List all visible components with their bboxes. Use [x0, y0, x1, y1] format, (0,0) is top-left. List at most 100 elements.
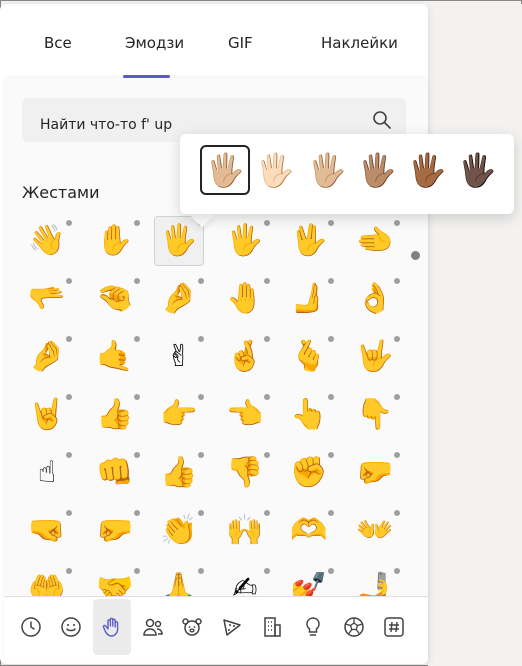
- skin-tone-indicator: [66, 568, 72, 574]
- emoji-cell[interactable]: 🤘: [22, 390, 72, 440]
- scroll-indicator[interactable]: [411, 251, 420, 260]
- skin-tone-indicator: [394, 220, 400, 226]
- emoji-cell[interactable]: 👍: [154, 448, 204, 498]
- emoji-cell[interactable]: 👊: [90, 448, 140, 498]
- hand-icon: [102, 617, 119, 637]
- emoji-cell[interactable]: 👐: [350, 506, 400, 556]
- emoji-cell[interactable]: 🤚: [220, 274, 270, 324]
- tab-all[interactable]: Все: [44, 34, 72, 52]
- emoji-cell[interactable]: 🖐: [154, 216, 204, 266]
- hashtag-icon: [384, 617, 404, 637]
- category-soccer-ball[interactable]: [335, 599, 373, 655]
- emoji-cell[interactable]: 👍: [90, 390, 140, 440]
- emoji-cell[interactable]: 👏: [154, 506, 204, 556]
- skin-tone-indicator: [394, 336, 400, 342]
- emoji-grid: 👋 ✋ 🖐 🖐 🖖 🫲 🫳 🤏 🤌 🤚 🫸 👌 🤌 🤙 ✌ 🤞 🫰 🤟 🤘 👍 👉 👈 👆 👇 ☝ 👊 👍 👎 ✊ 🤛 🤜 🤛 👏 🙌 🫶 👐 🤲 🤝 🙏 ✍…: [14, 216, 414, 596]
- emoji-cell[interactable]: 🫸: [284, 274, 334, 324]
- skin-tone-indicator: [328, 510, 334, 516]
- tab-stickers[interactable]: Наклейки: [321, 34, 398, 52]
- skin-tone-indicator: [66, 220, 72, 226]
- emoji-cell[interactable]: 🫲: [350, 216, 400, 266]
- skin-tone-option[interactable]: 🖐🏼: [302, 145, 352, 195]
- emoji-cell[interactable]: 🤟: [350, 332, 400, 382]
- skin-tone-indicator: [134, 452, 140, 458]
- search-input-text: Найти что-то f' up: [40, 117, 173, 133]
- recent-icon: [21, 617, 41, 637]
- skin-tone-option[interactable]: 🖐🏾: [402, 145, 452, 195]
- emoji-cell[interactable]: 💅: [284, 564, 334, 597]
- soccer-ball-icon: [344, 617, 364, 637]
- emoji-cell[interactable]: 👇: [350, 390, 400, 440]
- skin-tone-indicator: [198, 510, 204, 516]
- smiley-icon: [61, 617, 81, 637]
- search-icon[interactable]: [372, 110, 392, 130]
- emoji-cell[interactable]: 👌: [350, 274, 400, 324]
- emoji-cell[interactable]: 🤌: [154, 274, 204, 324]
- emoji-cell[interactable]: 🤳: [350, 564, 400, 597]
- emoji-cell[interactable]: 🤙: [90, 332, 140, 382]
- skin-tone-indicator: [264, 568, 270, 574]
- skin-tone-option[interactable]: 🖐🏽: [352, 145, 402, 195]
- people-icon: [143, 618, 163, 636]
- emoji-cell[interactable]: 🫳: [22, 274, 72, 324]
- skin-tone-indicator: [328, 568, 334, 574]
- skin-tone-indicator: [328, 452, 334, 458]
- emoji-cell[interactable]: 🤛: [90, 506, 140, 556]
- category-animal[interactable]: [173, 599, 211, 655]
- skin-tone-indicator: [264, 336, 270, 342]
- skin-tone-indicator: [394, 510, 400, 516]
- emoji-cell[interactable]: 🖖: [284, 216, 334, 266]
- emoji-cell[interactable]: 🖐: [220, 216, 270, 266]
- category-lightbulb[interactable]: [294, 599, 332, 655]
- category-people[interactable]: [134, 599, 172, 655]
- category-smiley[interactable]: [52, 599, 90, 655]
- emoji-cell[interactable]: 🤌: [22, 332, 72, 382]
- skin-tone-indicator: [264, 510, 270, 516]
- skin-tone-indicator: [394, 278, 400, 284]
- skin-tone-indicator: [328, 220, 334, 226]
- emoji-cell[interactable]: 👎: [220, 448, 270, 498]
- skin-tone-indicator: [394, 452, 400, 458]
- skin-tone-indicator: [328, 394, 334, 400]
- emoji-cell[interactable]: 🤞: [220, 332, 270, 382]
- skin-tone-indicator: [394, 568, 400, 574]
- lightbulb-icon: [306, 617, 320, 636]
- tab-gif[interactable]: GIF: [228, 34, 253, 52]
- emoji-cell[interactable]: 🙌: [220, 506, 270, 556]
- skin-tone-option[interactable]: 🖐🏼: [200, 145, 250, 195]
- emoji-cell[interactable]: ✌: [154, 332, 204, 382]
- category-hashtag[interactable]: [375, 599, 413, 655]
- skin-tone-indicator: [264, 394, 270, 400]
- emoji-cell[interactable]: 🤲: [22, 564, 72, 597]
- emoji-cell[interactable]: ☝: [22, 448, 72, 498]
- emoji-cell[interactable]: ✊: [284, 448, 334, 498]
- emoji-cell[interactable]: 🫰: [284, 332, 334, 382]
- category-building[interactable]: [253, 599, 291, 655]
- emoji-cell[interactable]: 👉: [154, 390, 204, 440]
- tab-emoji[interactable]: Эмодзи: [125, 34, 184, 52]
- skin-tone-indicator: [264, 220, 270, 226]
- emoji-cell[interactable]: 🤜: [22, 506, 72, 556]
- emoji-cell[interactable]: 🤝: [90, 564, 140, 597]
- skin-tone-indicator: [198, 394, 204, 400]
- category-hand[interactable]: [93, 599, 131, 655]
- skin-tone-indicator: [264, 278, 270, 284]
- skin-tone-indicator: [66, 336, 72, 342]
- skin-tone-indicator: [328, 278, 334, 284]
- emoji-cell[interactable]: 🤛: [350, 448, 400, 498]
- emoji-cell[interactable]: 🙏: [154, 564, 204, 597]
- category-recent[interactable]: [12, 599, 50, 655]
- category-food[interactable]: [213, 599, 251, 655]
- emoji-cell[interactable]: 👈: [220, 390, 270, 440]
- emoji-cell[interactable]: ✋: [90, 216, 140, 266]
- emoji-cell[interactable]: 👆: [284, 390, 334, 440]
- emoji-cell[interactable]: 🤏: [90, 274, 140, 324]
- building-icon: [264, 617, 281, 637]
- skin-tone-indicator: [198, 278, 204, 284]
- emoji-cell[interactable]: 🫶: [284, 506, 334, 556]
- skin-tone-option[interactable]: 🖐🏻: [250, 145, 300, 195]
- emoji-cell[interactable]: 👋: [22, 216, 72, 266]
- skin-tone-option[interactable]: 🖐🏿: [452, 145, 502, 195]
- emoji-cell[interactable]: ✍: [220, 564, 270, 597]
- skin-tone-indicator: [198, 452, 204, 458]
